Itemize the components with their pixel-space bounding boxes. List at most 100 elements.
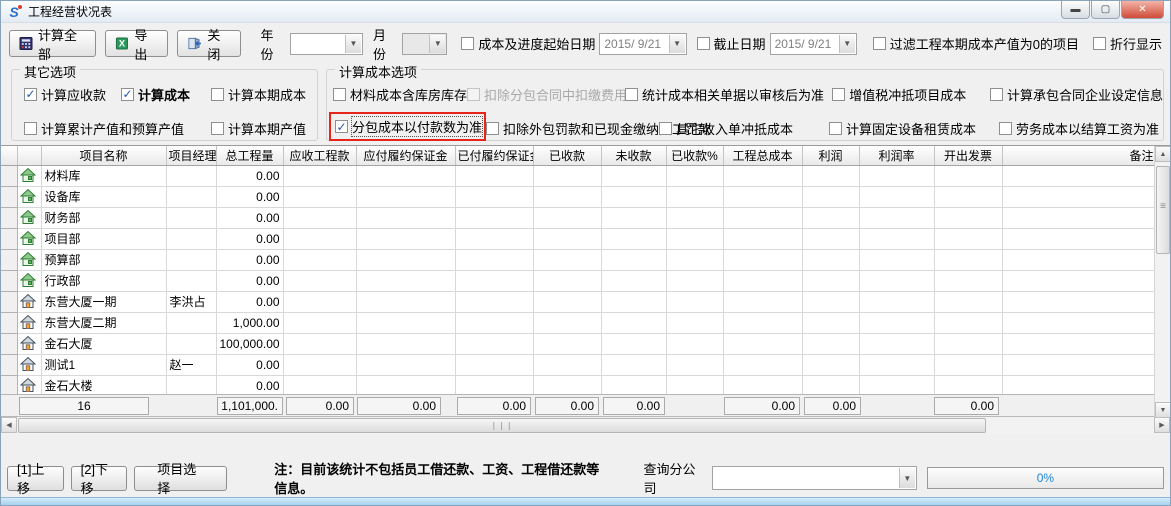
checkbox-box[interactable] [873, 37, 886, 50]
checkbox-box[interactable] [24, 122, 37, 135]
checkbox-end-date[interactable]: 截止日期 [697, 34, 766, 53]
row-selector[interactable] [1, 186, 17, 207]
checkbox-box[interactable] [1093, 37, 1106, 50]
row-selector[interactable] [1, 228, 17, 249]
checkbox-box[interactable] [461, 37, 474, 50]
maximize-button[interactable]: ▢ [1091, 1, 1120, 19]
checkbox-box[interactable] [990, 88, 1003, 101]
table-row[interactable]: 财务部0.00 [1, 207, 1156, 228]
checkbox-box[interactable] [829, 122, 842, 135]
checkbox-box[interactable] [999, 122, 1012, 135]
table-row[interactable]: 项目部0.00 [1, 228, 1156, 249]
column-header-paid_bond[interactable]: 已付履约保证金 [455, 146, 533, 165]
titlebar[interactable]: S 工程经营状况表 ▬ ▢ ✕ [1, 1, 1170, 23]
row-selector[interactable] [1, 375, 17, 396]
table-row[interactable]: 预算部0.00 [1, 249, 1156, 270]
checkbox-calc-cost[interactable]: ✓计算成本 [121, 85, 211, 104]
table-row[interactable]: 测试1赵一0.00 [1, 354, 1156, 375]
column-header-remark[interactable]: 备注 [1002, 146, 1156, 165]
scroll-right-icon[interactable]: ▶ [1154, 417, 1170, 433]
move-up-button[interactable]: [1]上移 [7, 466, 64, 491]
chevron-down-icon[interactable]: ▼ [669, 35, 685, 53]
column-header-sel[interactable] [1, 146, 17, 165]
horizontal-scrollbar[interactable]: ◀ ❘❘❘ ▶ [1, 417, 1170, 434]
column-header-manager[interactable]: 项目经理 [166, 146, 216, 165]
checkbox-other-income-offset-cost[interactable]: 其它收入单冲抵成本 [659, 119, 829, 138]
checkbox-box[interactable] [625, 88, 638, 101]
close-form-button[interactable]: 关闭 [177, 30, 241, 57]
column-header-invoice[interactable]: 开出发票 [934, 146, 1002, 165]
checkbox-wrap-display[interactable]: 折行显示 [1093, 34, 1162, 53]
row-selector[interactable] [1, 291, 17, 312]
checkbox-calc-current-output[interactable]: 计算本期产值 [211, 119, 301, 138]
row-selector[interactable] [1, 354, 17, 375]
scroll-left-icon[interactable]: ◀ [1, 417, 17, 433]
checkbox-vat-offset-project-cost[interactable]: 增值税冲抵项目成本 [832, 85, 990, 104]
chevron-down-icon[interactable]: ▼ [839, 35, 855, 53]
vertical-scrollbar[interactable]: ▲ ▼ [1154, 146, 1170, 418]
table-row[interactable]: 金石大楼0.00 [1, 375, 1156, 396]
horizontal-scroll-thumb[interactable]: ❘❘❘ [18, 418, 986, 433]
scroll-up-icon[interactable]: ▲ [1155, 146, 1171, 162]
column-header-icon[interactable] [17, 146, 41, 165]
close-button[interactable]: ✕ [1121, 1, 1164, 19]
move-down-button[interactable]: [2]下移 [71, 466, 128, 491]
checkbox-box[interactable]: ✓ [24, 88, 37, 101]
checkbox-calc-contract-enterprise-info[interactable]: 计算承包合同企业设定信息 [990, 85, 1163, 104]
checkbox-box[interactable] [659, 122, 672, 135]
checkbox-box[interactable] [333, 88, 346, 101]
minimize-button[interactable]: ▬ [1061, 1, 1090, 19]
row-selector[interactable] [1, 207, 17, 228]
month-select[interactable]: ▼ [402, 33, 447, 55]
start-date-picker[interactable]: 2015/ 9/21▼ [599, 33, 686, 55]
column-header-unreceived[interactable]: 未收款 [601, 146, 666, 165]
row-selector[interactable] [1, 249, 17, 270]
checkbox-start-date[interactable]: 成本及进度起始日期 [461, 34, 595, 53]
chevron-down-icon[interactable]: ▼ [899, 468, 915, 488]
checkbox-calc-receivables[interactable]: ✓计算应收款 [24, 85, 121, 104]
checkbox-box[interactable]: ✓ [121, 88, 134, 101]
row-selector[interactable] [1, 312, 17, 333]
column-header-payable_bond[interactable]: 应付履约保证金 [356, 146, 455, 165]
year-select[interactable]: ▼ [290, 33, 363, 55]
branch-select[interactable]: ▼ [712, 466, 917, 490]
column-header-total_cost[interactable]: 工程总成本 [723, 146, 802, 165]
column-header-profit_rate[interactable]: 利润率 [859, 146, 934, 165]
checkbox-calc-fixed-equipment-rental[interactable]: 计算固定设备租赁成本 [829, 119, 999, 138]
checkbox-labor-cost-by-settled-wage[interactable]: 劳务成本以结算工资为准 [999, 119, 1159, 138]
column-header-received[interactable]: 已收款 [533, 146, 601, 165]
table-row[interactable]: 东营大厦二期1,000.00 [1, 312, 1156, 333]
scroll-down-icon[interactable]: ▼ [1155, 402, 1171, 418]
checkbox-calc-current-cost[interactable]: 计算本期成本 [211, 85, 306, 104]
checkbox-box[interactable] [697, 37, 710, 50]
table-row[interactable]: 金石大厦100,000.00 [1, 333, 1156, 354]
column-header-name[interactable]: 项目名称 [41, 146, 166, 165]
checkbox-box[interactable] [211, 88, 224, 101]
checkbox-box[interactable] [832, 88, 845, 101]
vertical-scroll-thumb[interactable] [1156, 166, 1170, 254]
row-selector[interactable] [1, 270, 17, 291]
chevron-down-icon[interactable]: ▼ [429, 35, 445, 53]
calc-all-button[interactable]: 计算全部 [9, 30, 96, 57]
checkbox-box[interactable] [467, 88, 480, 101]
checkbox-box[interactable]: ✓ [335, 120, 348, 133]
checkbox-deduct-outsourcing-fines[interactable]: 扣除外包罚款和已现金缴纳员工罚款 [486, 119, 659, 138]
checkbox-material-cost-includes-warehouse[interactable]: 材料成本含库房库存 [333, 85, 467, 104]
checkbox-filter-zero-projects[interactable]: 过滤工程本期成本产值为0的项目 [873, 34, 1079, 53]
checkbox-subcontract-cost-by-payment[interactable]: ✓分包成本以付款数为准 [335, 117, 482, 136]
export-button[interactable]: X 导出 [105, 30, 168, 57]
table-row[interactable]: 设备库0.00 [1, 186, 1156, 207]
table-row[interactable]: 行政部0.00 [1, 270, 1156, 291]
checkbox-box[interactable] [211, 122, 224, 135]
checkbox-stats-cost-docs-after-audit[interactable]: 统计成本相关单据以审核后为准 [625, 85, 832, 104]
column-header-receivable[interactable]: 应收工程款 [283, 146, 356, 165]
table-row[interactable]: 东营大厦一期李洪占0.00 [1, 291, 1156, 312]
project-select-button[interactable]: 项目选择 [134, 466, 227, 491]
end-date-picker[interactable]: 2015/ 9/21▼ [770, 33, 857, 55]
row-selector[interactable] [1, 333, 17, 354]
column-header-qty[interactable]: 总工程量 [216, 146, 283, 165]
checkbox-box[interactable] [486, 122, 499, 135]
row-selector[interactable] [1, 165, 17, 186]
column-header-profit[interactable]: 利润 [802, 146, 859, 165]
table-row[interactable]: 材料库0.00 [1, 165, 1156, 186]
